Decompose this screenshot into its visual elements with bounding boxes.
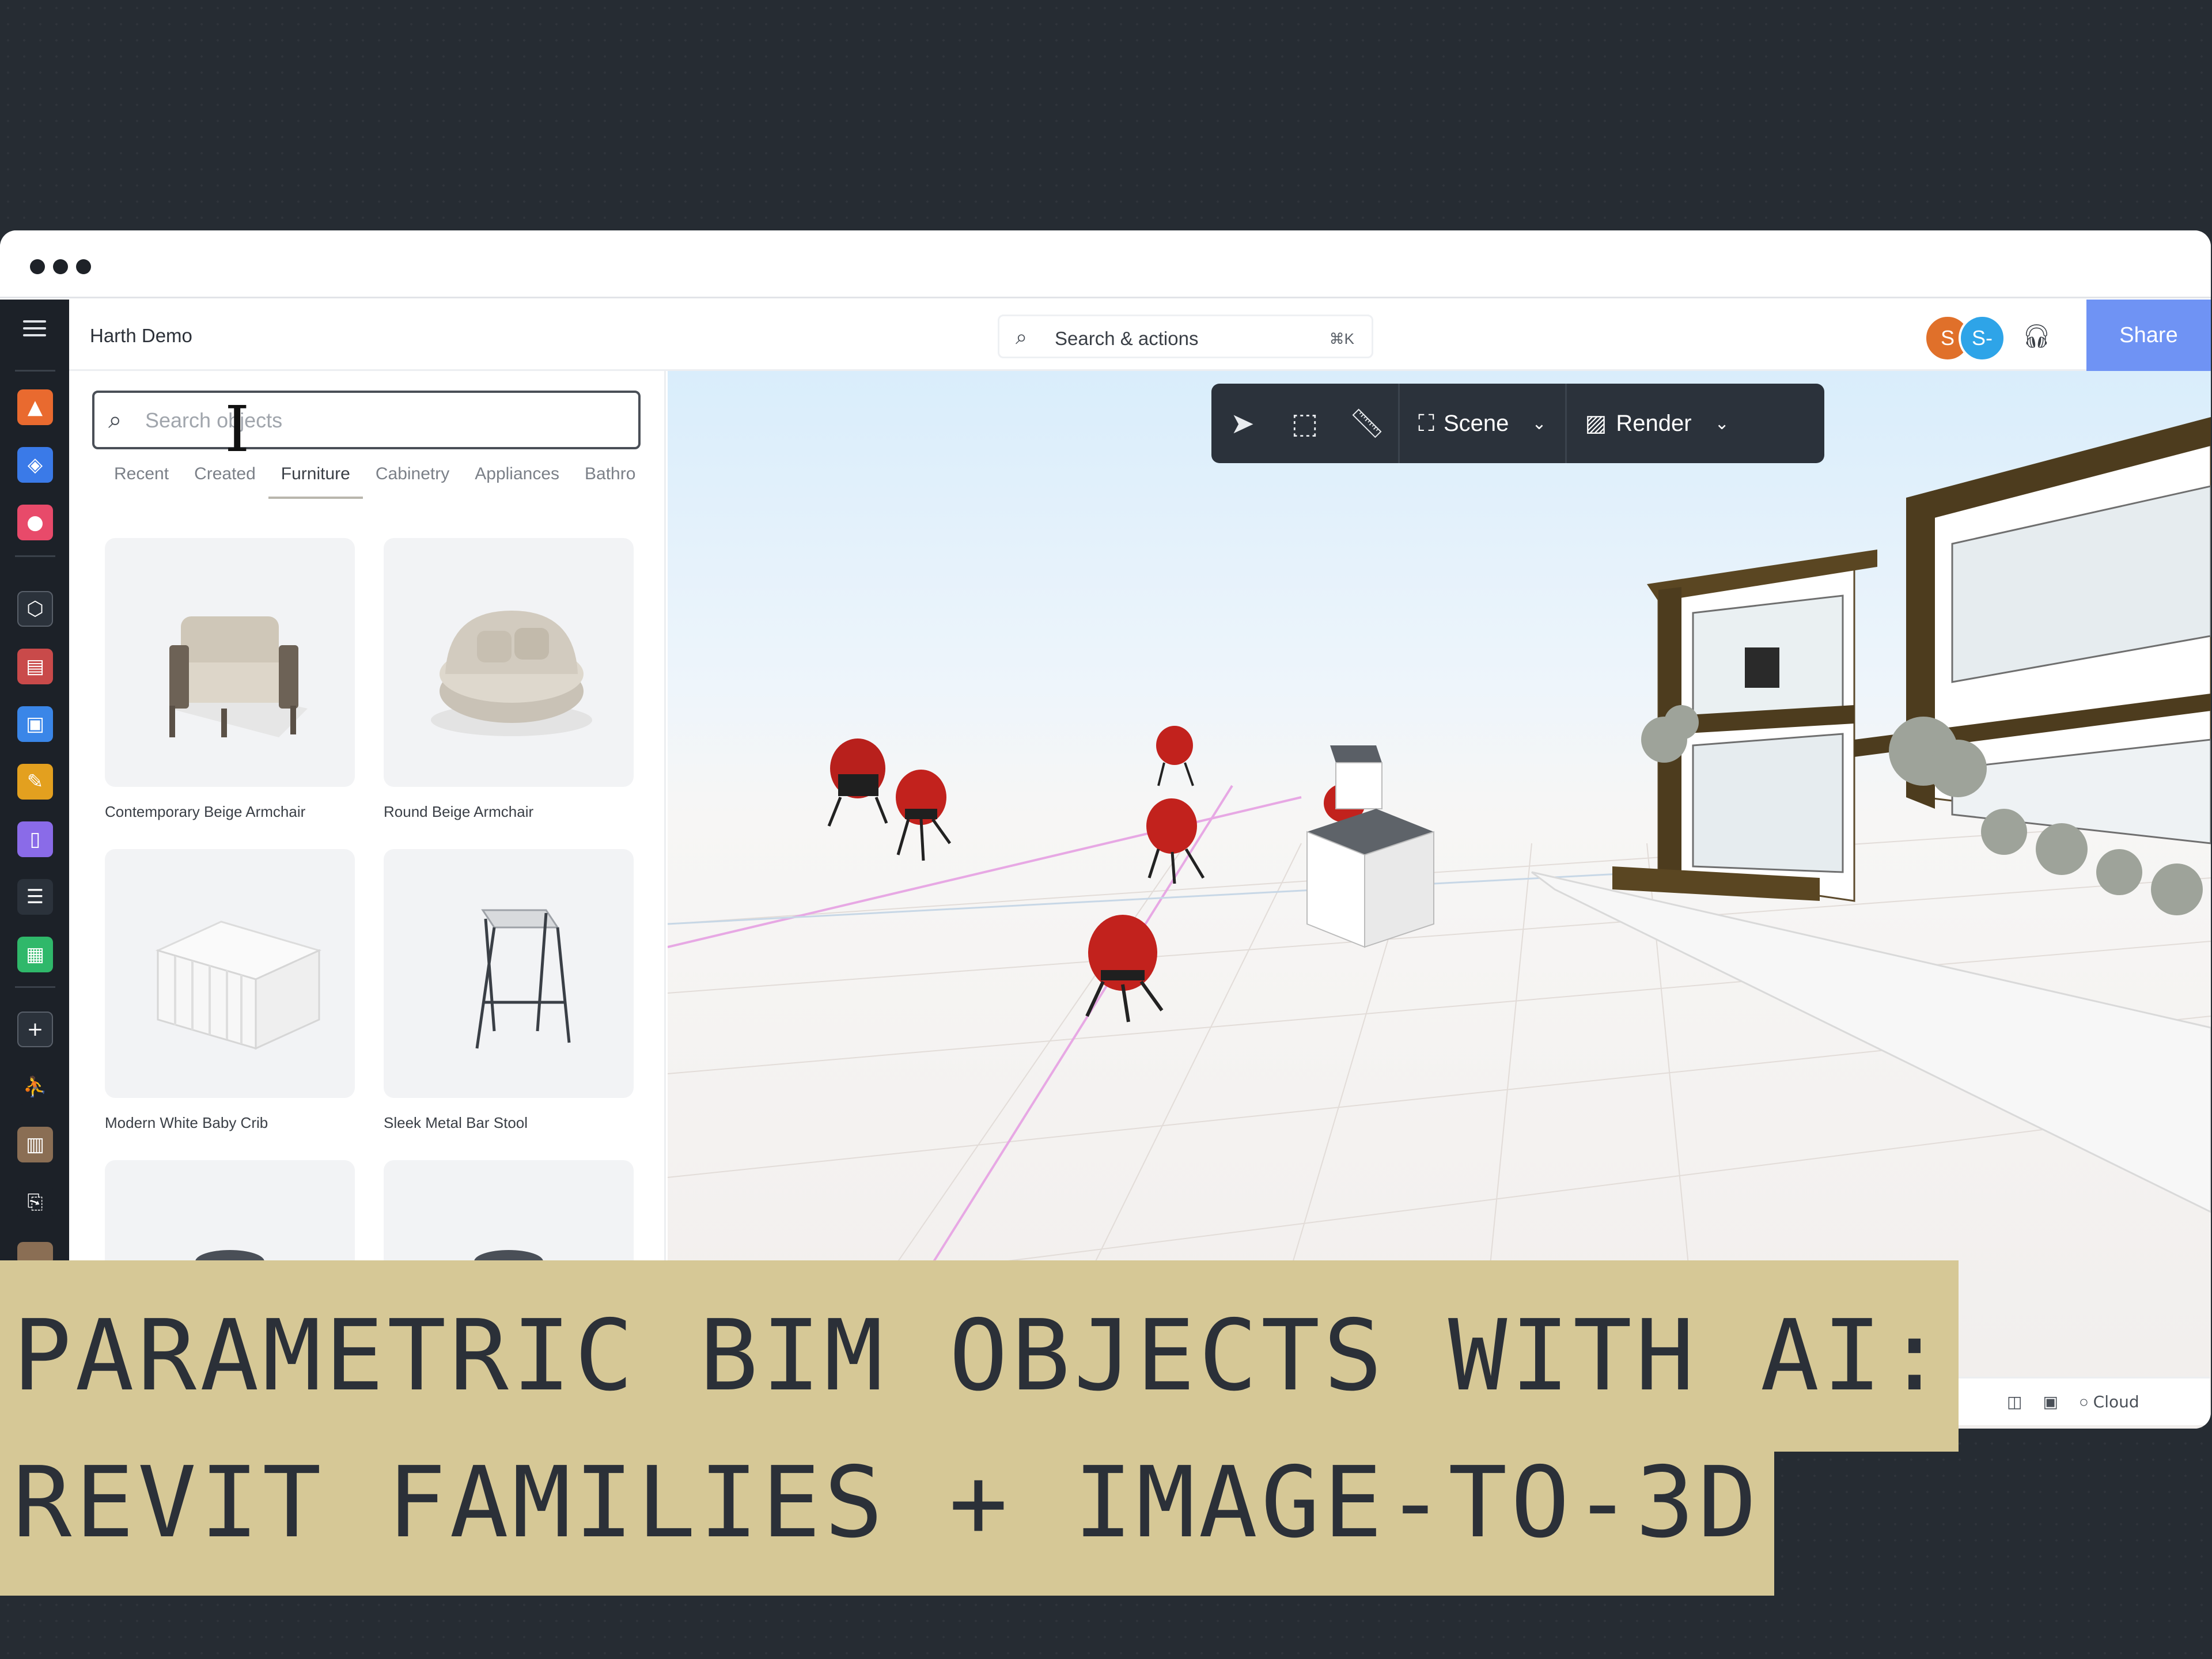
tab-recent[interactable]: Recent bbox=[101, 464, 181, 499]
bar-stool-thumbnail bbox=[384, 849, 634, 1098]
banner-title-line-2: REVIT FAMILIES + IMAGE-TO-3D bbox=[0, 1452, 1774, 1596]
search-icon: ⌕ bbox=[1016, 325, 1028, 349]
presentation-icon[interactable]: ▲ bbox=[17, 389, 53, 425]
ruler-icon[interactable]: 📏︎ bbox=[1336, 407, 1398, 441]
scene-dropdown[interactable]: ⛶ Scene ⌄ bbox=[1400, 410, 1565, 437]
chevron-down-icon: ⌄ bbox=[1532, 413, 1547, 434]
tab-furniture[interactable]: Furniture bbox=[268, 464, 363, 499]
edit-icon[interactable]: ✎ bbox=[17, 764, 53, 800]
thumbnail-icon[interactable]: ▥ bbox=[17, 1127, 53, 1162]
avatar[interactable]: S- bbox=[1959, 315, 2006, 362]
image-icon[interactable]: ▣ bbox=[17, 706, 53, 742]
render-label: Render bbox=[1616, 410, 1692, 436]
plus-icon[interactable]: + bbox=[17, 1012, 53, 1047]
project-title[interactable]: Harth Demo bbox=[90, 325, 192, 347]
rail-divider bbox=[15, 555, 55, 557]
shortcut-hint: ⌘K bbox=[1329, 330, 1354, 347]
headset-icon[interactable]: 🎧︎ bbox=[2022, 323, 2051, 350]
object-name: Contemporary Beige Armchair bbox=[105, 803, 306, 820]
marquee-select-icon[interactable]: ⬚ bbox=[1274, 407, 1336, 440]
chevron-down-icon: ⌄ bbox=[1714, 413, 1729, 434]
window-titlebar bbox=[0, 230, 2211, 298]
text-cursor-icon: I bbox=[225, 392, 250, 466]
object-card[interactable]: Modern White Baby Crib bbox=[105, 849, 355, 1132]
armchair-thumbnail bbox=[105, 538, 355, 787]
image-icon: ▨ bbox=[1585, 410, 1607, 437]
object-name: Sleek Metal Bar Stool bbox=[384, 1114, 528, 1131]
cloud-label: Cloud bbox=[2093, 1392, 2139, 1411]
object-name: Modern White Baby Crib bbox=[105, 1114, 268, 1131]
top-bar: Harth Demo ⌕ Search & actions ⌘K S S- 🎧︎… bbox=[69, 300, 2211, 371]
object-card[interactable]: Round Beige Armchair bbox=[384, 538, 634, 821]
object-card[interactable]: Contemporary Beige Armchair bbox=[105, 538, 355, 821]
file-icon[interactable]: ⎘ bbox=[17, 1184, 53, 1220]
banner-title-line-1: PARAMETRIC BIM OBJECTS WITH AI: bbox=[0, 1260, 1959, 1452]
share-button[interactable]: Share bbox=[2086, 300, 2211, 371]
search-actions-box[interactable]: ⌕ Search & actions ⌘K bbox=[998, 315, 1373, 358]
window-controls[interactable] bbox=[30, 259, 91, 274]
shapes-icon[interactable]: ● bbox=[17, 505, 53, 540]
baby-crib-thumbnail bbox=[105, 849, 355, 1098]
tab-bathroom[interactable]: Bathro bbox=[572, 464, 648, 499]
cube-icon[interactable]: ⬡ bbox=[17, 591, 53, 627]
category-tabs: Recent Created Furniture Cabinetry Appli… bbox=[101, 464, 648, 499]
select-arrow-icon[interactable]: ➤ bbox=[1211, 407, 1274, 440]
render-dropdown[interactable]: ▨ Render ⌄ bbox=[1567, 410, 1748, 437]
person-icon[interactable]: ⛹ bbox=[17, 1069, 53, 1105]
rail-divider bbox=[15, 370, 55, 372]
tab-cabinetry[interactable]: Cabinetry bbox=[363, 464, 462, 499]
tab-created[interactable]: Created bbox=[181, 464, 268, 499]
app-window: ▲ ◈ ● ⬡ ▤ ▣ ✎ ▯ ☰ ▦ + ⛹ ▥ ⎘ Harth Demo ⌕… bbox=[0, 230, 2211, 1429]
split-view-icon[interactable]: ◫ bbox=[2007, 1392, 2022, 1411]
status-bar: ◫ ▣ ○ Cloud bbox=[1947, 1377, 2210, 1425]
scene-label: Scene bbox=[1444, 410, 1509, 436]
focus-icon: ⛶ bbox=[1418, 410, 1434, 437]
grill-object bbox=[827, 738, 888, 827]
layers-icon[interactable]: ◈ bbox=[17, 447, 53, 483]
frame-icon[interactable]: ▣ bbox=[2043, 1392, 2058, 1411]
object-name: Round Beige Armchair bbox=[384, 803, 534, 820]
document-icon[interactable]: ▯ bbox=[17, 821, 53, 857]
cloud-status[interactable]: ○ Cloud bbox=[2079, 1392, 2139, 1411]
round-armchair-thumbnail bbox=[384, 538, 634, 787]
object-card[interactable]: Sleek Metal Bar Stool bbox=[384, 849, 634, 1132]
viewport-toolbar: ➤ ⬚ 📏︎ ⛶ Scene ⌄ ▨ Render ⌄ bbox=[1211, 384, 1824, 463]
hamburger-menu-icon[interactable] bbox=[23, 320, 46, 341]
tab-appliances[interactable]: Appliances bbox=[462, 464, 572, 499]
search-objects-input[interactable] bbox=[145, 406, 618, 435]
furniture-icon[interactable]: ▤ bbox=[17, 649, 53, 684]
rail-divider bbox=[15, 986, 55, 988]
search-objects-field[interactable]: ⌕ bbox=[92, 391, 641, 449]
search-actions-label: Search & actions bbox=[1055, 328, 1199, 349]
table-icon[interactable]: ☰ bbox=[17, 879, 53, 915]
sheet-icon[interactable]: ▦ bbox=[17, 937, 53, 972]
search-icon: ⌕ bbox=[108, 406, 122, 434]
sidebar-rail: ▲ ◈ ● ⬡ ▤ ▣ ✎ ▯ ☰ ▦ + ⛹ ▥ ⎘ bbox=[0, 300, 69, 1429]
